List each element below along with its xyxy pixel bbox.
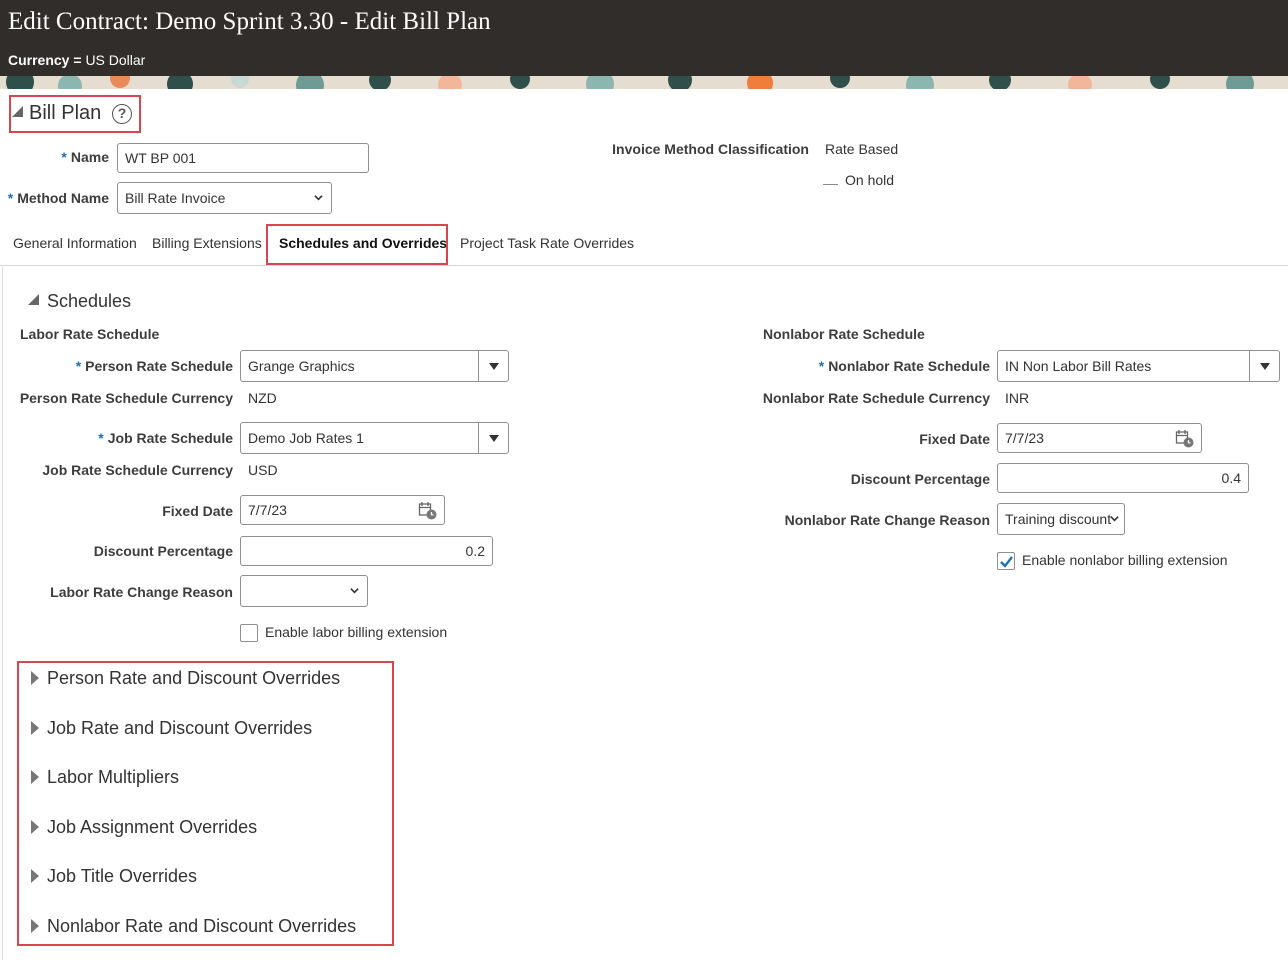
page-title: Edit Contract: Demo Sprint 3.30 - Edit B… xyxy=(8,8,491,35)
labor-change-reason-label: Labor Rate Change Reason xyxy=(50,584,233,600)
page-header: Edit Contract: Demo Sprint 3.30 - Edit B… xyxy=(0,0,1288,76)
calendar-icon[interactable] xyxy=(1175,429,1195,449)
schedules-title: Schedules xyxy=(47,291,132,311)
labor-billing-extension-label: Enable labor billing extension xyxy=(265,624,448,640)
collapse-icon[interactable] xyxy=(12,106,23,117)
job-rate-schedule-value: Demo Job Rates 1 xyxy=(248,430,364,446)
active-tab-highlight xyxy=(266,224,448,265)
required-mark: * xyxy=(98,430,104,446)
override-labor-multipliers[interactable]: Labor Multipliers xyxy=(0,764,380,792)
person-rate-schedule-value: Grange Graphics xyxy=(248,358,355,374)
nonlabor-rate-schedule-label: * Nonlabor Rate Schedule xyxy=(818,358,990,374)
tab-general-information[interactable]: General Information xyxy=(13,235,137,251)
override-job-title[interactable]: Job Title Overrides xyxy=(0,863,380,891)
nonlabor-change-reason-label: Nonlabor Rate Change Reason xyxy=(784,512,990,528)
dropdown-button[interactable] xyxy=(478,423,508,453)
nonlabor-change-reason-select[interactable]: Training discount xyxy=(997,503,1125,535)
expand-icon xyxy=(31,820,39,834)
tab-project-task-rate-overrides[interactable]: Project Task Rate Overrides xyxy=(460,235,634,251)
chevron-down-icon xyxy=(314,195,323,201)
labor-discount-input[interactable]: 0.2 xyxy=(240,536,493,566)
nonlabor-fixed-date-input[interactable]: 7/7/23 xyxy=(997,423,1202,453)
currency-value: US Dollar xyxy=(85,52,146,68)
person-rate-schedule-combo[interactable]: Grange Graphics xyxy=(240,350,509,382)
method-name-label: * Method Name xyxy=(7,190,109,206)
nonlabor-change-reason-value: Training discount xyxy=(1005,511,1112,527)
override-label: Person Rate and Discount Overrides xyxy=(47,668,341,688)
triangle-down-icon xyxy=(489,435,499,442)
override-label: Job Assignment Overrides xyxy=(47,817,258,837)
collapse-icon[interactable] xyxy=(28,294,39,305)
expand-icon xyxy=(31,671,39,685)
triangle-down-icon xyxy=(489,363,499,370)
person-rate-schedule-label: * Person Rate Schedule xyxy=(75,358,233,374)
labor-change-reason-select[interactable] xyxy=(240,575,368,607)
required-mark: * xyxy=(818,358,825,374)
invoice-method-label: Invoice Method Classification xyxy=(612,141,809,157)
tab-bar: General Information Billing Extensions S… xyxy=(0,226,1288,266)
dropdown-button[interactable] xyxy=(478,351,508,381)
checkmark-icon xyxy=(1000,556,1013,568)
expand-icon xyxy=(31,721,39,735)
job-rate-schedule-label: * Job Rate Schedule xyxy=(98,430,233,446)
person-rate-currency-value: NZD xyxy=(248,390,277,406)
method-name-value: Bill Rate Invoice xyxy=(125,190,226,206)
override-nonlabor-rate-and-discount[interactable]: Nonlabor Rate and Discount Overrides xyxy=(0,913,380,941)
nonlabor-currency-value: INR xyxy=(1005,390,1030,406)
method-name-select[interactable]: Bill Rate Invoice xyxy=(117,182,332,214)
chevron-down-icon xyxy=(1110,516,1119,522)
job-rate-currency-label: Job Rate Schedule Currency xyxy=(42,462,233,478)
nonlabor-discount-label: Discount Percentage xyxy=(850,471,990,487)
nonlabor-currency-label: Nonlabor Rate Schedule Currency xyxy=(762,390,990,406)
on-hold-label: On hold xyxy=(845,172,895,188)
nonlabor-rate-schedule-value: IN Non Labor Bill Rates xyxy=(1005,358,1152,374)
expand-icon xyxy=(31,869,39,883)
override-label: Job Rate and Discount Overrides xyxy=(47,718,313,738)
required-mark: * xyxy=(61,149,67,165)
triangle-down-icon xyxy=(1260,363,1270,370)
bill-plan-title: Bill Plan xyxy=(29,102,102,124)
job-rate-schedule-combo[interactable]: Demo Job Rates 1 xyxy=(240,422,509,454)
on-hold-dash-icon xyxy=(823,184,838,185)
expand-icon xyxy=(31,919,39,933)
labor-fixed-date-label: Fixed Date xyxy=(162,503,233,519)
currency-label: Currency = xyxy=(8,52,82,68)
nonlabor-rate-schedule-heading: Nonlabor Rate Schedule xyxy=(763,326,925,342)
chevron-down-icon xyxy=(350,588,359,594)
job-rate-currency-value: USD xyxy=(248,462,278,478)
override-job-rate-and-discount[interactable]: Job Rate and Discount Overrides xyxy=(0,715,380,743)
labor-rate-schedule-heading: Labor Rate Schedule xyxy=(20,326,160,342)
override-label: Job Title Overrides xyxy=(47,866,198,886)
nonlabor-fixed-date-label: Fixed Date xyxy=(919,431,990,447)
name-input[interactable]: WT BP 001 xyxy=(117,143,369,173)
name-label: * Name xyxy=(61,149,109,165)
nonlabor-billing-extension-checkbox[interactable] xyxy=(997,552,1015,570)
overrides-highlight xyxy=(17,661,394,946)
invoice-method-value: Rate Based xyxy=(825,141,899,157)
required-mark: * xyxy=(7,190,14,206)
override-person-rate-and-discount[interactable]: Person Rate and Discount Overrides xyxy=(0,665,380,693)
labor-billing-extension-checkbox[interactable] xyxy=(240,624,258,642)
labor-discount-label: Discount Percentage xyxy=(93,543,233,559)
override-label: Labor Multipliers xyxy=(47,767,180,787)
calendar-icon[interactable] xyxy=(418,501,438,521)
currency-info: Currency = US Dollar xyxy=(8,52,145,68)
nonlabor-rate-schedule-combo[interactable]: IN Non Labor Bill Rates xyxy=(997,350,1280,382)
tab-billing-extensions[interactable]: Billing Extensions xyxy=(152,235,262,251)
required-mark: * xyxy=(75,358,82,374)
expand-icon xyxy=(31,770,39,784)
nonlabor-fixed-date-value: 7/7/23 xyxy=(1005,430,1044,446)
labor-fixed-date-value: 7/7/23 xyxy=(248,502,287,518)
help-icon[interactable]: ? xyxy=(112,104,132,124)
nonlabor-billing-extension-label: Enable nonlabor billing extension xyxy=(1022,552,1228,568)
dropdown-button[interactable] xyxy=(1249,351,1279,381)
override-job-assignment[interactable]: Job Assignment Overrides xyxy=(0,814,380,842)
person-rate-currency-label: Person Rate Schedule Currency xyxy=(19,390,233,406)
decorative-banner xyxy=(0,76,1288,89)
override-label: Nonlabor Rate and Discount Overrides xyxy=(47,916,357,936)
nonlabor-discount-input[interactable]: 0.4 xyxy=(997,463,1249,493)
labor-fixed-date-input[interactable]: 7/7/23 xyxy=(240,495,445,525)
